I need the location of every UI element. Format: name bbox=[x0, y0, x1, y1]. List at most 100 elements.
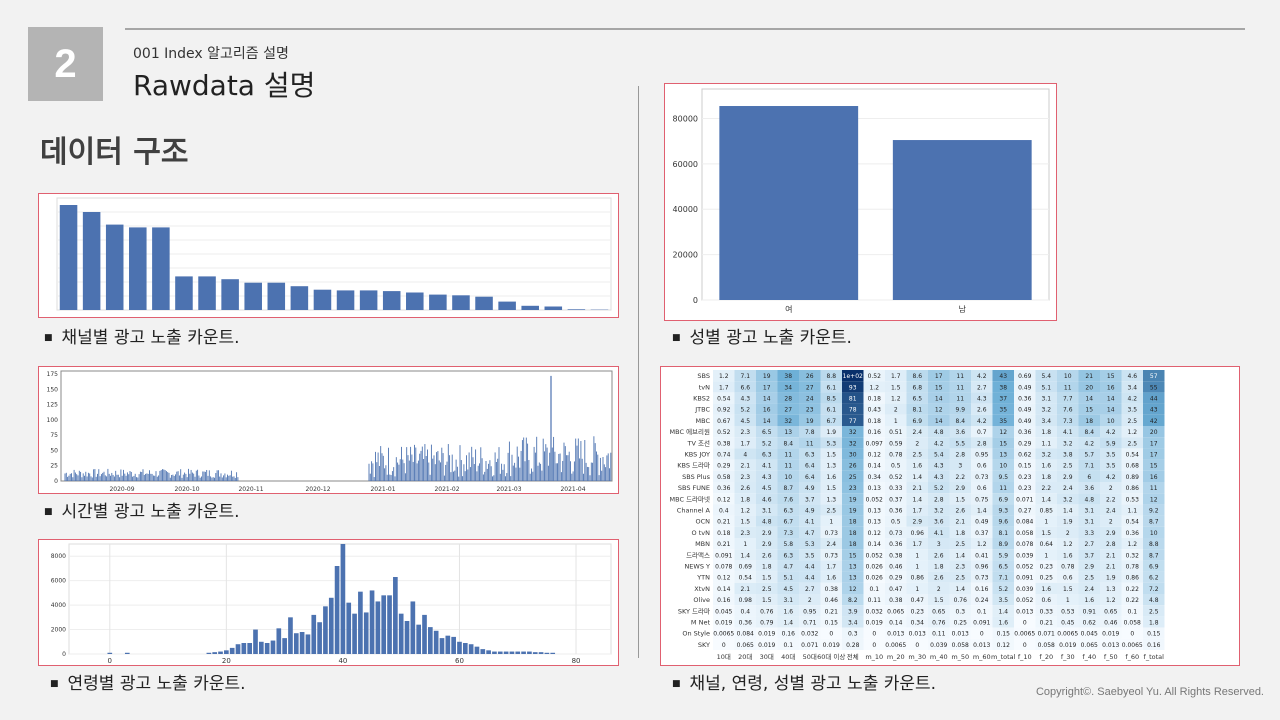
cell-value: 2.4 bbox=[826, 541, 836, 548]
cell-value: 1.7 bbox=[719, 384, 729, 391]
cell-value: 10 bbox=[784, 474, 792, 481]
cell-value: 0.38 bbox=[717, 440, 731, 447]
cell-value: 0.53 bbox=[1126, 496, 1140, 503]
cell-value: 0.5 bbox=[891, 463, 901, 470]
cell-value: 18 bbox=[849, 541, 857, 548]
cell-value: 2.4 bbox=[1063, 485, 1073, 492]
cell-value: 5.4 bbox=[934, 451, 944, 458]
cell-value: 0.25 bbox=[1040, 575, 1054, 582]
cell-value: 4.4 bbox=[805, 575, 815, 582]
cell-value: 2 bbox=[915, 440, 919, 447]
cell-value: 0.026 bbox=[866, 563, 883, 570]
cell-value: 2 bbox=[1066, 530, 1070, 537]
x-tick-label: 2021-02 bbox=[434, 486, 459, 492]
heatmap-panel: SBS 1.2 7.1 19 38 26 8.8 1e+02 0.52 1.7 8.6 17 11 4.2… bbox=[660, 366, 1240, 666]
section-number-badge: 2 bbox=[28, 27, 103, 101]
cell-value: 0.045 bbox=[715, 608, 732, 615]
age-chart-panel: 0 2000 4000 6000 8000 0 20 40 60 80 bbox=[38, 539, 619, 666]
cell-value: 3.8 bbox=[1063, 451, 1073, 458]
cell-value: 2.5 bbox=[1127, 418, 1137, 425]
cell-value: 3.2 bbox=[1063, 496, 1073, 503]
cell-value: 0.23 bbox=[1018, 474, 1032, 481]
cell-value: 9.3 bbox=[998, 507, 1008, 514]
cell-value: 0.013 bbox=[887, 631, 904, 638]
row-label: MBC 드라마넷 bbox=[670, 494, 710, 503]
cell-value: 0.33 bbox=[889, 485, 903, 492]
cell-value: 2.8 bbox=[977, 440, 987, 447]
cell-value: 0.6 bbox=[1063, 575, 1073, 582]
cell-value: 6.1 bbox=[826, 384, 836, 391]
cell-value: 3.1 bbox=[1084, 519, 1094, 526]
cell-value: 5.2 bbox=[998, 586, 1008, 593]
bar bbox=[429, 294, 447, 310]
cell-value: 1.8 bbox=[955, 530, 965, 537]
cell-value: 0.41 bbox=[975, 552, 989, 559]
y-tick-label: 4000 bbox=[51, 602, 66, 609]
bar bbox=[334, 566, 340, 654]
cell-value: 11 bbox=[956, 395, 964, 402]
cell-value: 0.039 bbox=[1016, 586, 1033, 593]
cell-value: 0.032 bbox=[801, 631, 818, 638]
cell-value: 0.76 bbox=[760, 608, 774, 615]
bar bbox=[358, 591, 363, 654]
bar bbox=[175, 276, 193, 310]
cell-value: 4.1 bbox=[1063, 429, 1073, 436]
cell-value: 0.25 bbox=[954, 619, 968, 626]
bar bbox=[264, 643, 270, 654]
cell-value: 1 bbox=[915, 586, 919, 593]
y-tick-label: 6000 bbox=[51, 578, 66, 585]
bar bbox=[369, 590, 375, 654]
cell-value: 35 bbox=[999, 407, 1007, 414]
cell-value: 7.8 bbox=[805, 429, 815, 436]
bar bbox=[468, 644, 474, 654]
cell-value: 4.2 bbox=[977, 418, 987, 425]
cell-value: 3.5 bbox=[998, 597, 1008, 604]
cell-value: 3.3 bbox=[1084, 530, 1094, 537]
cell-value: 2.5 bbox=[762, 586, 772, 593]
cell-value: 0.019 bbox=[1102, 631, 1119, 638]
cell-value: 2.6 bbox=[934, 552, 944, 559]
bar bbox=[270, 640, 276, 654]
cell-value: 0.0065 bbox=[1057, 631, 1078, 638]
column-label: f_50 bbox=[1104, 653, 1118, 661]
cell-value: 6.1 bbox=[826, 407, 836, 414]
y-tick-label: 60000 bbox=[673, 160, 698, 169]
y-tick-label: 50 bbox=[50, 447, 58, 454]
cell-value: 1 bbox=[915, 563, 919, 570]
cell-value: 0.21 bbox=[717, 541, 731, 548]
cell-value: 0.36 bbox=[889, 507, 903, 514]
cell-value: 0.89 bbox=[1126, 474, 1140, 481]
cell-value: 2.5 bbox=[912, 451, 922, 458]
cell-value: 6.2 bbox=[1149, 575, 1159, 582]
cell-value: 3.5 bbox=[805, 552, 815, 559]
y-tick-label: 175 bbox=[47, 371, 59, 378]
bar bbox=[105, 224, 124, 310]
cell-value: 0 bbox=[915, 642, 919, 649]
cell-value: 12 bbox=[935, 407, 943, 414]
cell-value: 1.5 bbox=[934, 597, 944, 604]
bullet-icon: ■ bbox=[672, 333, 681, 343]
bar bbox=[212, 652, 218, 654]
copyright-text: Copyright©. Saebyeol Yu. All Rights Rese… bbox=[1035, 686, 1264, 698]
cell-value: 4.5 bbox=[740, 418, 750, 425]
cell-value: 3 bbox=[937, 541, 941, 548]
cell-value: 3.6 bbox=[934, 519, 944, 526]
cell-value: 8.8 bbox=[1149, 541, 1159, 548]
cell-value: 8.4 bbox=[783, 440, 793, 447]
cell-value: 14 bbox=[1107, 407, 1115, 414]
cell-value: 0.6 bbox=[977, 485, 987, 492]
cell-value: 0.052 bbox=[866, 552, 883, 559]
cell-value: 0.24 bbox=[975, 597, 989, 604]
y-tick-label: 75 bbox=[50, 432, 58, 439]
cell-value: 0.78 bbox=[1126, 563, 1140, 570]
row-label: SBS FUNE bbox=[678, 484, 710, 492]
column-label: m_total bbox=[991, 653, 1016, 661]
cell-value: 0.039 bbox=[1016, 552, 1033, 559]
cell-value: 1.8 bbox=[1149, 619, 1159, 626]
cell-value: 0.097 bbox=[866, 440, 883, 447]
bar bbox=[381, 595, 387, 654]
cell-value: 0.52 bbox=[889, 474, 903, 481]
cell-value: 3.1 bbox=[1041, 395, 1051, 402]
cell-value: 0.5 bbox=[891, 519, 901, 526]
cell-value: 0.67 bbox=[717, 418, 731, 425]
